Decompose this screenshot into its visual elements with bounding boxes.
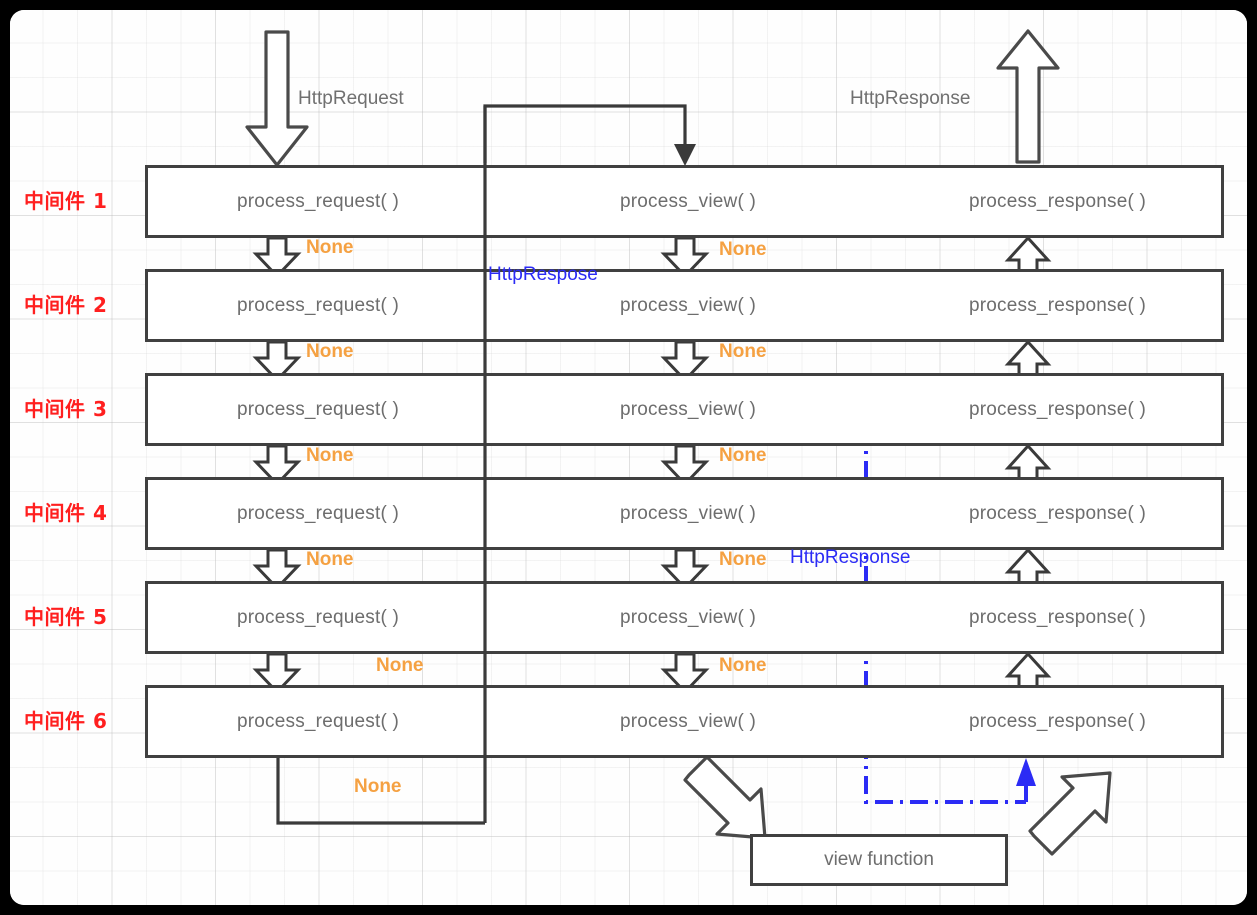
none-label-bottom: None	[354, 776, 402, 797]
none-label-view-3: None	[719, 445, 767, 466]
none-label-request-2: None	[306, 341, 354, 362]
box-dividers	[483, 165, 487, 758]
diagram-frame: HttpRequest HttpResponse 中间件 1 中间件 2 中间件…	[10, 10, 1247, 905]
blue-httprespose-label-middleware2: HttpRespose	[488, 264, 598, 285]
none-label-view-5: None	[719, 655, 767, 676]
none-label-view-2: None	[719, 341, 767, 362]
diagram-canvas: HttpRequest HttpResponse 中间件 1 中间件 2 中间件…	[10, 10, 1247, 905]
view-function-box[interactable]: view function	[750, 834, 1008, 886]
blue-httpresponse-label-middleware5: HttpResponse	[790, 547, 911, 568]
none-label-view-4: None	[719, 549, 767, 570]
none-label-request-3: None	[306, 445, 354, 466]
none-label-request-1: None	[306, 237, 354, 258]
none-label-request-5: None	[376, 655, 424, 676]
none-label-request-4: None	[306, 549, 354, 570]
none-label-view-1: None	[719, 239, 767, 260]
